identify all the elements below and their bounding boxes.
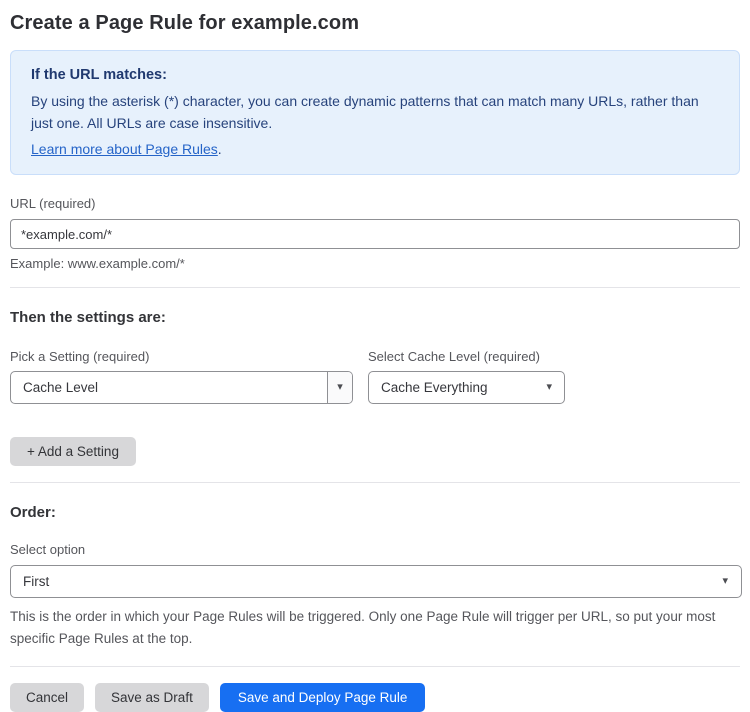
form-actions: Cancel Save as Draft Save and Deploy Pag… [10, 683, 740, 712]
setting-picker-dropdown[interactable]: Cache Level ▾ [10, 371, 353, 404]
info-callout-heading: If the URL matches: [31, 67, 167, 83]
order-dropdown[interactable]: First ▾ [10, 565, 742, 598]
order-select-label: Select option [10, 542, 86, 557]
divider [10, 666, 740, 667]
save-and-deploy-button[interactable]: Save and Deploy Page Rule [219, 683, 426, 712]
create-page-rule-form: Create a Page Rule for example.com If th… [0, 0, 750, 712]
chevron-down-icon: ▾ [722, 575, 728, 587]
url-field-label: URL (required) [10, 196, 96, 211]
link-suffix: . [217, 140, 222, 157]
url-match-info-callout: If the URL matches: By using the asteris… [10, 50, 740, 175]
cache-level-picker-column: Select Cache Level (required) Cache Ever… [368, 349, 565, 404]
divider [10, 482, 740, 483]
cache-level-dropdown[interactable]: Cache Everything ▾ [368, 371, 565, 404]
chevron-down-icon: ▾ [546, 381, 552, 393]
dropdown-arrow-cell: ▾ [722, 576, 741, 587]
setting-picker-column: Pick a Setting (required) Cache Level ▾ [10, 349, 353, 404]
settings-section-heading: Then the settings are: [10, 309, 166, 326]
settings-row: Pick a Setting (required) Cache Level ▾ … [10, 349, 740, 404]
order-section-heading: Order: [10, 504, 56, 521]
cache-level-picker-label: Select Cache Level (required) [368, 349, 540, 364]
url-input[interactable] [10, 219, 740, 249]
setting-picker-value: Cache Level [23, 380, 99, 395]
divider [10, 287, 740, 288]
setting-picker-label: Pick a Setting (required) [10, 349, 150, 364]
info-callout-body: By using the asterisk (*) character, you… [31, 92, 699, 132]
order-helper-text: This is the order in which your Page Rul… [10, 609, 716, 646]
dropdown-arrow-cell: ▾ [546, 382, 564, 393]
dropdown-arrow-cell: ▾ [327, 372, 352, 403]
chevron-down-icon: ▾ [337, 381, 343, 393]
learn-more-link[interactable]: Learn more about Page Rules [31, 141, 218, 157]
cancel-button[interactable]: Cancel [10, 683, 85, 712]
order-value: First [23, 574, 50, 589]
url-field-helper: Example: www.example.com/* [10, 256, 185, 271]
cache-level-value: Cache Everything [381, 380, 488, 395]
add-setting-button[interactable]: + Add a Setting [10, 437, 136, 466]
save-as-draft-button[interactable]: Save as Draft [95, 683, 209, 712]
page-title: Create a Page Rule for example.com [10, 12, 360, 34]
